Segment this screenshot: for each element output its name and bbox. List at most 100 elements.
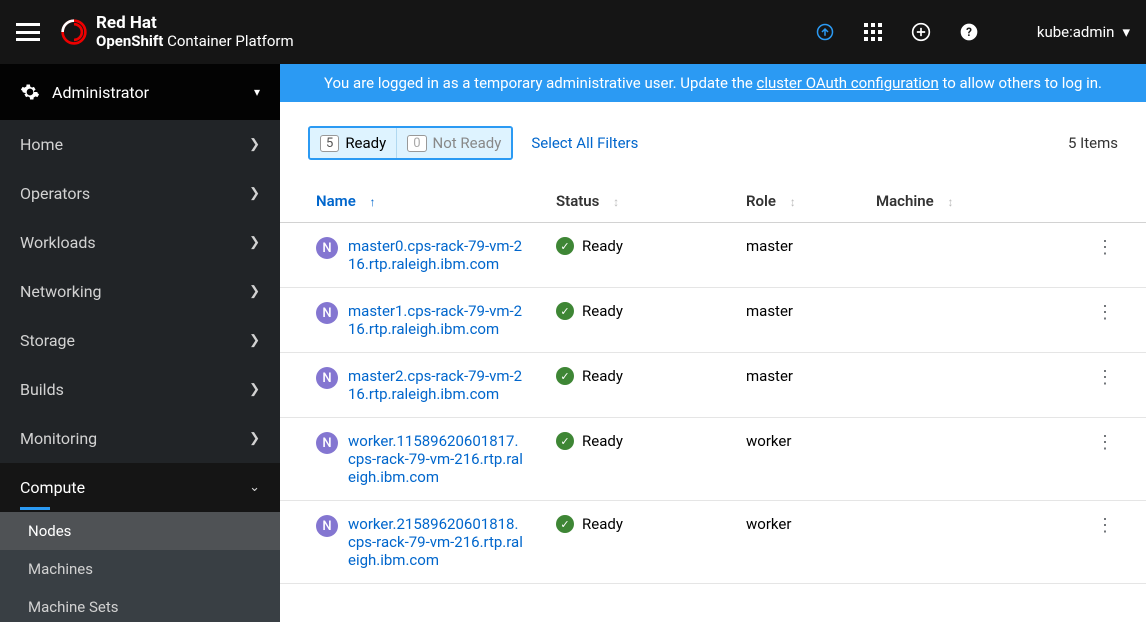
table-row: N master2.cps-rack-79-vm-216.rtp.raleigh… bbox=[280, 353, 1146, 418]
banner-text: You are logged in as a temporary adminis… bbox=[324, 74, 757, 92]
caret-down-icon: ▾ bbox=[254, 85, 260, 99]
filter-label: Not Ready bbox=[433, 134, 502, 152]
help-icon[interactable]: ? bbox=[959, 22, 979, 42]
node-name-link[interactable]: master2.cps-rack-79-vm-216.rtp.raleigh.i… bbox=[348, 367, 524, 403]
nav-item-home[interactable]: Home ❯ bbox=[0, 120, 280, 169]
role-cell: master bbox=[730, 223, 860, 288]
status-ready-icon: ✓ bbox=[556, 515, 574, 533]
node-name-link[interactable]: worker.11589620601817.cps-rack-79-vm-216… bbox=[348, 432, 524, 486]
machine-cell bbox=[860, 223, 1076, 288]
nav-sub-machine-sets[interactable]: Machine Sets bbox=[0, 588, 280, 622]
node-resource-icon: N bbox=[316, 302, 338, 324]
node-name-link[interactable]: master1.cps-rack-79-vm-216.rtp.raleigh.i… bbox=[348, 302, 524, 338]
kebab-menu-button[interactable]: ⋮ bbox=[1092, 298, 1118, 327]
col-label: Name bbox=[316, 192, 356, 210]
machine-cell bbox=[860, 288, 1076, 353]
node-resource-icon: N bbox=[316, 237, 338, 259]
add-icon[interactable] bbox=[911, 22, 931, 42]
sort-asc-icon: ↑ bbox=[370, 195, 376, 209]
status-filter-group: 5 Ready 0 Not Ready bbox=[308, 126, 513, 160]
svg-text:?: ? bbox=[966, 25, 972, 39]
role-cell: worker bbox=[730, 418, 860, 501]
chevron-right-icon: ❯ bbox=[249, 137, 260, 152]
nav-item-networking[interactable]: Networking ❯ bbox=[0, 267, 280, 316]
col-status-header[interactable]: Status ↕ bbox=[540, 180, 730, 223]
status-text: Ready bbox=[582, 367, 623, 385]
apps-icon[interactable] bbox=[863, 22, 883, 42]
product-name: OpenShift Container Platform bbox=[96, 33, 294, 50]
sort-icon: ↕ bbox=[613, 195, 619, 209]
upgrade-icon[interactable] bbox=[815, 22, 835, 42]
col-role-header[interactable]: Role ↕ bbox=[730, 180, 860, 223]
redhat-icon bbox=[60, 18, 88, 46]
status-ready-icon: ✓ bbox=[556, 302, 574, 320]
nav-label: Storage bbox=[20, 331, 75, 350]
filter-label: Ready bbox=[345, 134, 386, 152]
nav-sub-machines[interactable]: Machines bbox=[0, 550, 280, 588]
node-resource-icon: N bbox=[316, 367, 338, 389]
filter-count: 0 bbox=[407, 135, 426, 152]
sort-icon: ↕ bbox=[947, 195, 953, 209]
chevron-right-icon: ❯ bbox=[249, 284, 260, 299]
nav-label: Networking bbox=[20, 282, 102, 301]
node-resource-icon: N bbox=[316, 432, 338, 454]
table-row: N worker.21589620601818.cps-rack-79-vm-2… bbox=[280, 501, 1146, 584]
nav-label: Builds bbox=[20, 380, 64, 399]
nav-sub-compute: Nodes Machines Machine Sets bbox=[0, 512, 280, 622]
nav-toggle-button[interactable] bbox=[16, 23, 40, 41]
nav-item-monitoring[interactable]: Monitoring ❯ bbox=[0, 414, 280, 463]
user-menu-button[interactable]: kube:admin ▾ bbox=[1037, 23, 1130, 41]
perspective-switcher[interactable]: Administrator ▾ bbox=[0, 64, 280, 120]
col-name-header[interactable]: Name ↑ bbox=[280, 180, 540, 223]
masthead: Red Hat OpenShift Container Platform ? k… bbox=[0, 0, 1146, 64]
brand-logo[interactable]: Red Hat OpenShift Container Platform bbox=[60, 14, 294, 49]
filter-toolbar: 5 Ready 0 Not Ready Select All Filters 5… bbox=[280, 126, 1146, 180]
header-toolbar: ? kube:admin ▾ bbox=[815, 22, 1130, 42]
node-resource-icon: N bbox=[316, 515, 338, 537]
table-row: N master0.cps-rack-79-vm-216.rtp.raleigh… bbox=[280, 223, 1146, 288]
brand-name: Red Hat bbox=[96, 14, 294, 33]
perspective-label: Administrator bbox=[52, 83, 149, 102]
nav-item-workloads[interactable]: Workloads ❯ bbox=[0, 218, 280, 267]
oauth-config-link[interactable]: cluster OAuth configuration bbox=[757, 74, 939, 92]
col-label: Status bbox=[556, 192, 599, 210]
status-ready-icon: ✓ bbox=[556, 432, 574, 450]
nav-label: Workloads bbox=[20, 233, 96, 252]
nav-label: Monitoring bbox=[20, 429, 97, 448]
col-machine-header[interactable]: Machine ↕ bbox=[860, 180, 1076, 223]
kebab-menu-button[interactable]: ⋮ bbox=[1092, 428, 1118, 457]
chevron-right-icon: ❯ bbox=[249, 431, 260, 446]
select-all-filters-link[interactable]: Select All Filters bbox=[531, 134, 638, 152]
filter-ready[interactable]: 5 Ready bbox=[310, 128, 396, 158]
node-name-link[interactable]: worker.21589620601818.cps-rack-79-vm-216… bbox=[348, 515, 524, 569]
status-ready-icon: ✓ bbox=[556, 237, 574, 255]
filter-not-ready[interactable]: 0 Not Ready bbox=[396, 128, 511, 158]
sidebar-nav: Administrator ▾ Home ❯ Operators ❯ Workl… bbox=[0, 64, 280, 622]
machine-cell bbox=[860, 418, 1076, 501]
nav-label: Home bbox=[20, 135, 63, 154]
nav-sub-nodes[interactable]: Nodes bbox=[0, 512, 280, 550]
table-row: N master1.cps-rack-79-vm-216.rtp.raleigh… bbox=[280, 288, 1146, 353]
role-cell: master bbox=[730, 353, 860, 418]
nav-item-operators[interactable]: Operators ❯ bbox=[0, 169, 280, 218]
role-cell: worker bbox=[730, 501, 860, 584]
kebab-menu-button[interactable]: ⋮ bbox=[1092, 511, 1118, 540]
kebab-menu-button[interactable]: ⋮ bbox=[1092, 233, 1118, 262]
main-content: You are logged in as a temporary adminis… bbox=[280, 64, 1146, 622]
status-text: Ready bbox=[582, 515, 623, 533]
nav-item-compute[interactable]: Compute ⌄ bbox=[0, 463, 280, 512]
page-body: 5 Ready 0 Not Ready Select All Filters 5… bbox=[280, 102, 1146, 622]
chevron-right-icon: ❯ bbox=[249, 333, 260, 348]
machine-cell bbox=[860, 501, 1076, 584]
nav-item-builds[interactable]: Builds ❯ bbox=[0, 365, 280, 414]
chevron-right-icon: ❯ bbox=[249, 382, 260, 397]
nav-label: Operators bbox=[20, 184, 90, 203]
nav-label: Compute bbox=[20, 478, 85, 497]
node-name-link[interactable]: master0.cps-rack-79-vm-216.rtp.raleigh.i… bbox=[348, 237, 524, 273]
filter-count: 5 bbox=[320, 135, 339, 152]
kebab-menu-button[interactable]: ⋮ bbox=[1092, 363, 1118, 392]
status-text: Ready bbox=[582, 432, 623, 450]
item-count: 5 Items bbox=[1068, 134, 1118, 152]
nav-item-storage[interactable]: Storage ❯ bbox=[0, 316, 280, 365]
machine-cell bbox=[860, 353, 1076, 418]
